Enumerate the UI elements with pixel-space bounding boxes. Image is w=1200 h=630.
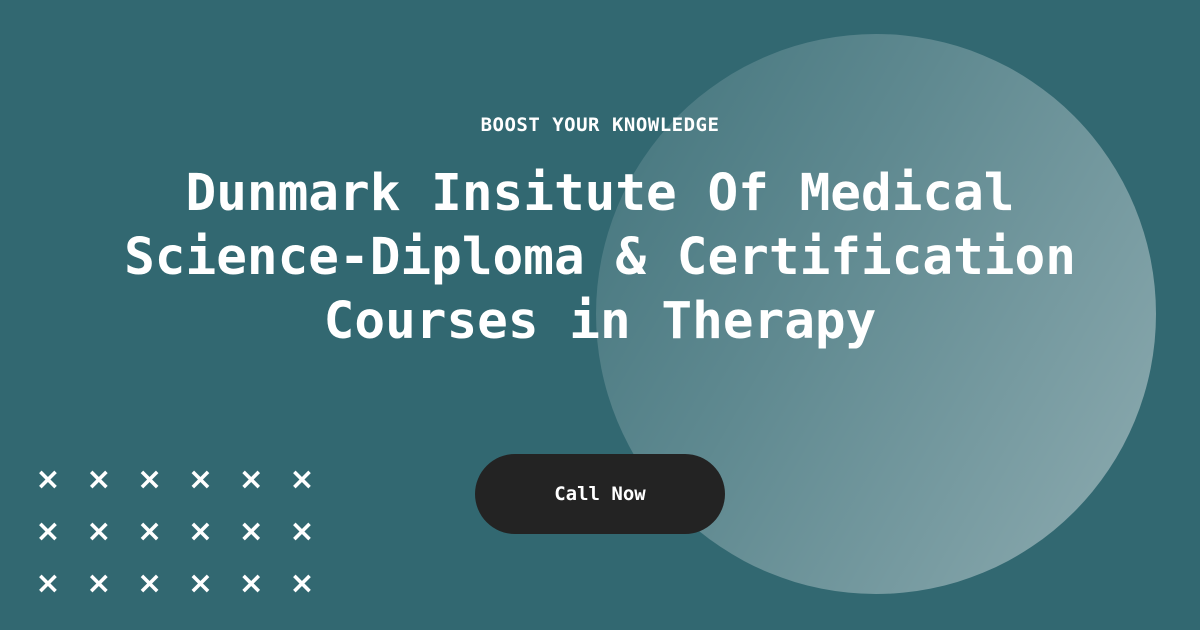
x-mark-icon: × <box>137 566 163 601</box>
x-mark-icon: × <box>187 462 213 497</box>
x-mark-icon: × <box>35 566 61 601</box>
page-title: Dunmark Insitute Of Medical Science-Dipl… <box>124 164 1076 351</box>
x-mark-pattern: × × × × × × × × × × × × × × × × × × <box>30 462 330 612</box>
call-now-button[interactable]: Call Now <box>475 454 725 534</box>
x-mark-icon: × <box>187 514 213 549</box>
x-mark-icon: × <box>289 514 315 549</box>
x-mark-icon: × <box>137 462 163 497</box>
x-mark-icon: × <box>35 462 61 497</box>
x-mark-icon: × <box>238 462 264 497</box>
eyebrow-text: BOOST YOUR KNOWLEDGE <box>480 114 720 136</box>
x-mark-icon: × <box>86 566 112 601</box>
x-mark-icon: × <box>187 566 213 601</box>
x-mark-icon: × <box>238 514 264 549</box>
x-mark-icon: × <box>86 462 112 497</box>
x-mark-icon: × <box>86 514 112 549</box>
x-mark-icon: × <box>289 462 315 497</box>
x-mark-icon: × <box>137 514 163 549</box>
x-mark-icon: × <box>35 514 61 549</box>
x-mark-icon: × <box>289 566 315 601</box>
x-mark-icon: × <box>238 566 264 601</box>
